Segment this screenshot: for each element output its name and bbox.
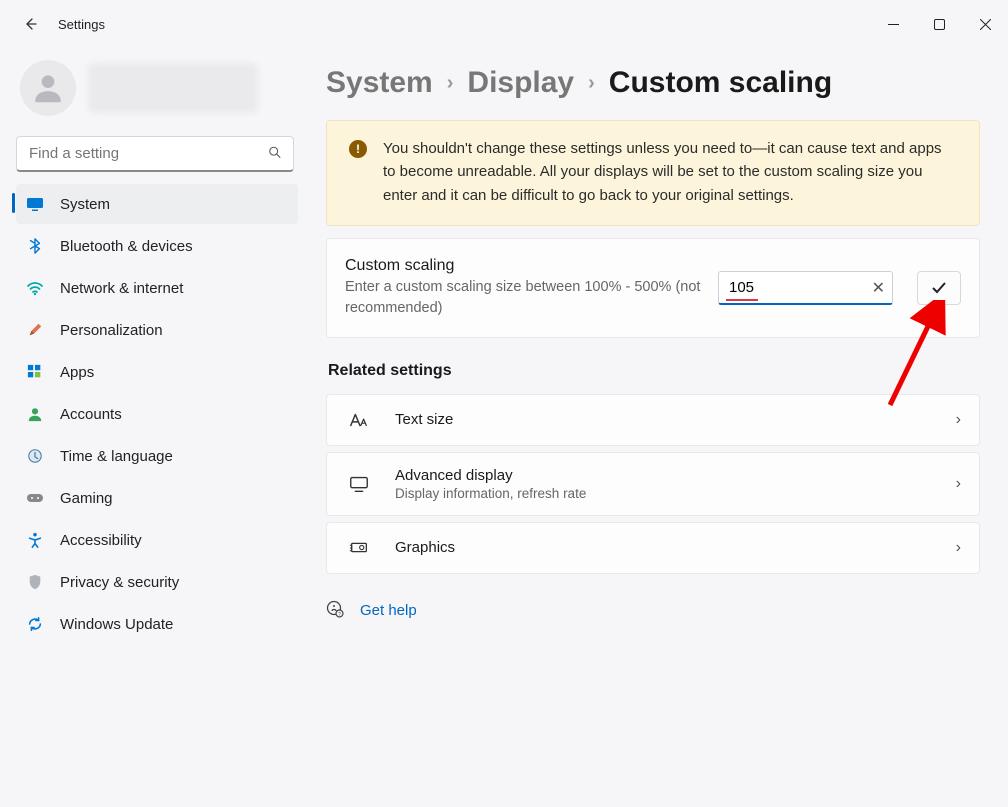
wifi-icon [26,279,44,297]
window-title: Settings [58,17,105,32]
custom-scaling-title: Custom scaling [345,257,704,275]
titlebar: Settings [0,0,1008,48]
sidebar-item-accounts[interactable]: Accounts [16,394,298,434]
chevron-right-icon: › [956,411,961,429]
sidebar-item-privacy[interactable]: Privacy & security [16,562,298,602]
apps-icon [26,363,44,381]
help-icon: ? [326,600,344,622]
sidebar-item-label: Bluetooth & devices [60,238,193,255]
sidebar-item-label: System [60,196,110,213]
graphics-title: Graphics [395,539,455,556]
shield-icon [26,573,44,591]
sidebar-item-update[interactable]: Windows Update [16,604,298,644]
warning-text: You shouldn't change these settings unle… [383,137,957,207]
brush-icon [26,321,44,339]
breadcrumb-display[interactable]: Display [467,66,574,100]
sidebar-item-label: Privacy & security [60,574,179,591]
sidebar-item-label: Windows Update [60,616,173,633]
sidebar-item-label: Accessibility [60,532,142,549]
nav: System Bluetooth & devices Network & int… [16,184,298,644]
sidebar-item-gaming[interactable]: Gaming [16,478,298,518]
clock-icon [26,447,44,465]
profile[interactable] [16,54,298,136]
content: System › Display › Custom scaling ! You … [310,48,1008,807]
window-controls [870,0,1008,48]
graphics-card[interactable]: Graphics › [326,522,980,574]
related-heading: Related settings [328,362,980,380]
sidebar-item-label: Time & language [60,448,173,465]
breadcrumb-system[interactable]: System [326,66,433,100]
get-help-link[interactable]: ? Get help [326,600,980,622]
page-title: Custom scaling [609,66,832,100]
monitor-icon [345,473,373,495]
system-icon [26,195,44,213]
avatar [20,60,76,116]
clear-input-icon[interactable]: ✕ [872,278,885,298]
bluetooth-icon [26,237,44,255]
custom-scaling-card: Custom scaling Enter a custom scaling si… [326,238,980,338]
back-button[interactable] [18,12,42,36]
account-icon [26,405,44,423]
profile-name-blurred [88,63,258,113]
sidebar-item-label: Gaming [60,490,113,507]
update-icon [26,615,44,633]
warning-box: ! You shouldn't change these settings un… [326,120,980,226]
close-button[interactable] [962,0,1008,48]
sidebar-item-bluetooth[interactable]: Bluetooth & devices [16,226,298,266]
sidebar-item-label: Network & internet [60,280,183,297]
chevron-right-icon: › [956,539,961,557]
sidebar-item-system[interactable]: System [16,184,298,224]
custom-scaling-subtitle: Enter a custom scaling size between 100%… [345,277,704,319]
get-help-label: Get help [360,602,417,619]
apply-button[interactable] [917,271,961,305]
sidebar-item-label: Personalization [60,322,163,339]
accessibility-icon [26,531,44,549]
chevron-right-icon: › [447,72,454,95]
text-size-title: Text size [395,411,453,428]
svg-text:?: ? [338,612,341,618]
gaming-icon [26,489,44,507]
search-input[interactable] [16,136,294,172]
warning-icon: ! [349,140,367,158]
sidebar: System Bluetooth & devices Network & int… [0,48,310,807]
sidebar-item-apps[interactable]: Apps [16,352,298,392]
sidebar-item-label: Accounts [60,406,122,423]
advanced-subtitle: Display information, refresh rate [395,486,586,501]
text-size-card[interactable]: Text size › [326,394,980,446]
sidebar-item-personalization[interactable]: Personalization [16,310,298,350]
chevron-right-icon: › [588,72,595,95]
sidebar-item-label: Apps [60,364,94,381]
maximize-button[interactable] [916,0,962,48]
spellcheck-underline [726,299,758,301]
text-size-icon [345,409,373,431]
chevron-right-icon: › [956,475,961,493]
sidebar-item-accessibility[interactable]: Accessibility [16,520,298,560]
advanced-display-card[interactable]: Advanced display Display information, re… [326,452,980,516]
breadcrumb: System › Display › Custom scaling [326,66,980,100]
search-wrap [16,136,296,172]
scale-input-wrap: ✕ [718,271,893,305]
sidebar-item-time[interactable]: Time & language [16,436,298,476]
gpu-icon [345,537,373,559]
sidebar-item-network[interactable]: Network & internet [16,268,298,308]
advanced-title: Advanced display [395,467,586,484]
minimize-button[interactable] [870,0,916,48]
